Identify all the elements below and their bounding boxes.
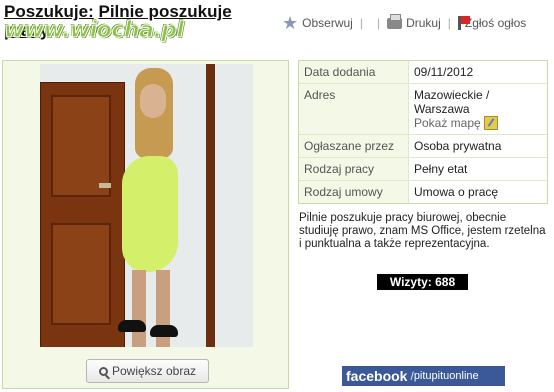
photo-door: [40, 82, 125, 347]
detail-row: Rodzaj pracy Pełny etat: [299, 158, 547, 181]
door-handle: [99, 183, 111, 188]
observe-label: Obserwuj: [302, 16, 353, 30]
detail-value: Umowa o pracę: [414, 185, 499, 199]
door-panel: [51, 223, 111, 325]
detail-value: 09/11/2012: [414, 65, 474, 79]
printer-icon: [387, 13, 403, 29]
detail-label: Data dodania: [299, 61, 409, 83]
action-separator: |: [447, 16, 451, 30]
site-watermark: www.wiocha.pl: [4, 18, 185, 44]
detail-label: Adres: [299, 84, 409, 134]
zoom-image-button[interactable]: Powiększ obraz: [86, 359, 209, 383]
facebook-link[interactable]: facebook / pitupituonline: [342, 366, 505, 386]
listing-photo[interactable]: [40, 64, 253, 347]
star-icon: ★: [282, 13, 299, 33]
photo-dress: [122, 156, 178, 272]
detail-row: Data dodania 09/11/2012: [299, 61, 547, 84]
detail-label: Ogłaszane przez: [299, 135, 409, 157]
door-panel: [51, 95, 111, 197]
flag-icon: [457, 16, 470, 30]
magnifier-icon: [98, 366, 108, 376]
photo-leg: [132, 270, 146, 347]
action-separator: |: [376, 16, 381, 30]
photo-door-frame: [206, 64, 215, 347]
report-label: Zgłoś ogłos: [464, 16, 527, 30]
facebook-page-name: pitupituonline: [413, 370, 479, 382]
photo-face: [140, 84, 166, 118]
observe-button[interactable]: ★ Obserwuj: [282, 13, 353, 33]
detail-value: Osoba prywatna: [414, 139, 502, 153]
show-map-label: Pokaż mapę: [414, 116, 481, 130]
photo-panel: Powiększ obraz: [2, 60, 289, 389]
photo-shoe: [118, 320, 146, 332]
detail-label: Rodzaj pracy: [299, 158, 409, 180]
detail-label: Rodzaj umowy: [299, 181, 409, 203]
detail-row: Adres Mazowieckie / Warszawa Pokaż mapę: [299, 84, 547, 135]
detail-row: Ogłaszane przez Osoba prywatna: [299, 135, 547, 158]
visit-counter: Wizyty: 688: [377, 274, 468, 290]
map-icon: [483, 116, 498, 130]
detail-value-address: Mazowieckie / Warszawa Pokaż mapę: [409, 84, 529, 134]
detail-value: Pełny etat: [414, 162, 468, 176]
details-table: Data dodania 09/11/2012 Adres Mazowiecki…: [298, 60, 548, 204]
zoom-label: Powiększ obraz: [111, 364, 197, 378]
action-bar: ★ Obserwuj | | Drukuj | Zgłoś ogłos: [282, 13, 554, 33]
listing-description: Pilnie poszukuje pracy biurowej, obecnie…: [299, 212, 546, 250]
show-map-link[interactable]: Pokaż mapę: [414, 116, 524, 130]
print-label: Drukuj: [406, 16, 441, 30]
report-button[interactable]: Zgłoś ogłos: [457, 16, 527, 30]
photo-shoe: [150, 325, 178, 337]
action-separator: |: [359, 16, 363, 30]
print-button[interactable]: Drukuj: [387, 13, 441, 30]
detail-row: Rodzaj umowy Umowa o pracę: [299, 181, 547, 203]
address-value: Mazowieckie / Warszawa: [414, 88, 490, 116]
facebook-logo: facebook: [346, 368, 408, 384]
